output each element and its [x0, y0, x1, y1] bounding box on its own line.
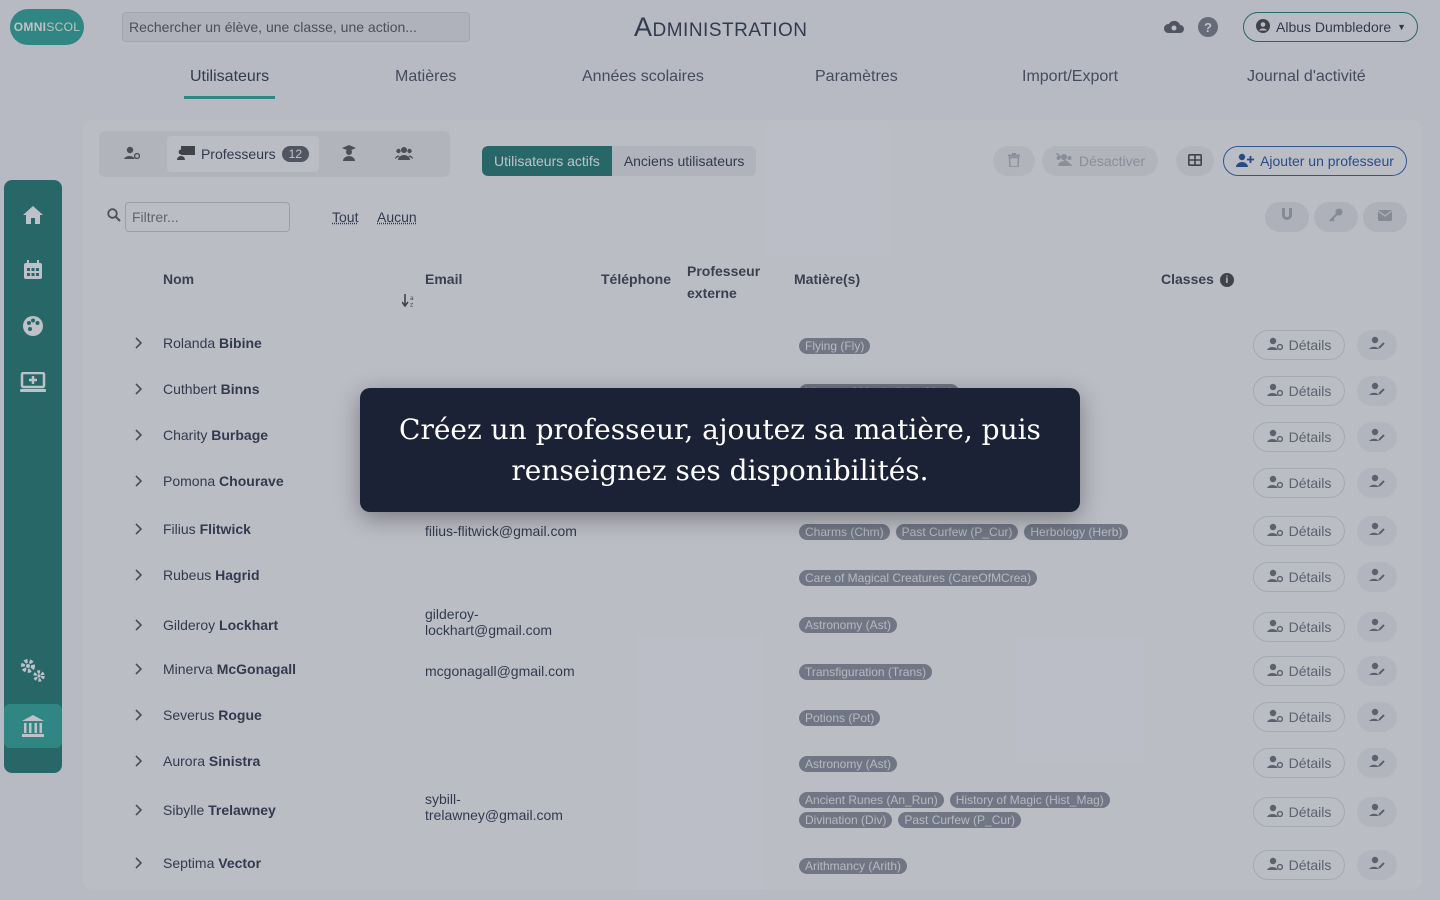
tooltip-line-1: Créez un professeur, ajoutez sa matière,…: [399, 413, 1041, 446]
tooltip-line-2: renseignez ses disponibilités.: [511, 454, 929, 487]
onboarding-tooltip: Créez un professeur, ajoutez sa matière,…: [360, 388, 1080, 512]
